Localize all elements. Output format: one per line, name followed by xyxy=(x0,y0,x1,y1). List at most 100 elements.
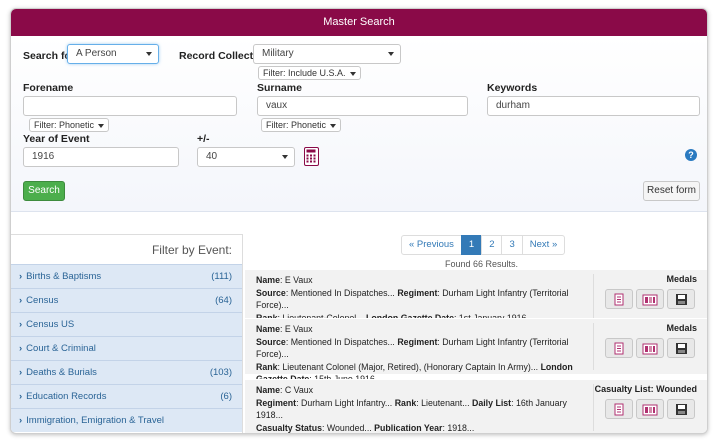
chevron-down-icon xyxy=(388,52,394,56)
result-field-value: : 1918... xyxy=(442,422,475,433)
search-for-select[interactable]: A Person xyxy=(67,44,159,64)
pagination: « Previous 1 2 3 Next » xyxy=(401,235,566,255)
forename-filter[interactable]: Filter: Phonetic xyxy=(29,118,110,132)
result-field-key: Name xyxy=(256,275,280,285)
search-for-value: A Person xyxy=(76,48,117,59)
transcript-icon[interactable] xyxy=(605,338,633,358)
filter-title: Filter by Event: xyxy=(11,234,242,264)
result-field-key: Source xyxy=(256,287,286,298)
result-row[interactable]: Name: E Vaux Source: Mentioned In Dispatc… xyxy=(245,269,707,325)
chevron-down-icon xyxy=(282,155,288,159)
sidebar-item-census[interactable]: › Census (64) xyxy=(11,288,242,312)
forename-label: Forename xyxy=(23,82,74,94)
result-field-key: Rank xyxy=(394,397,417,408)
transcript-icon[interactable] xyxy=(605,399,633,419)
save-icon[interactable] xyxy=(667,338,695,358)
result-actions xyxy=(605,399,695,419)
help-icon[interactable]: ? xyxy=(685,149,697,161)
result-record-type: Medals xyxy=(666,323,697,333)
chevron-down-icon xyxy=(146,52,152,56)
result-field-value: : Lieutenant... xyxy=(416,397,472,408)
filter-sidebar: Filter by Event: › Births & Baptisms (111)… xyxy=(11,234,243,433)
sidebar-item-immigration[interactable]: › Immigration, Emigration & Travel xyxy=(11,408,242,432)
sidebar-item-court[interactable]: › Court & Criminal xyxy=(11,336,242,360)
sidebar-item-count: (103) xyxy=(209,367,232,378)
page-3-button[interactable]: 3 xyxy=(501,235,523,255)
sidebar-item-census-us[interactable]: › Census US xyxy=(11,312,242,336)
sidebar-item-label: Deaths & Burials xyxy=(26,367,97,378)
save-icon[interactable] xyxy=(667,289,695,309)
page-2-button[interactable]: 2 xyxy=(481,235,503,255)
sidebar-item-label: Immigration, Emigration & Travel xyxy=(26,415,164,426)
year-of-event-label: Year of Event xyxy=(23,133,90,145)
page-1-button[interactable]: 1 xyxy=(460,235,483,255)
sidebar-item-education[interactable]: › Education Records (6) xyxy=(11,384,242,408)
chevron-right-icon: › xyxy=(19,343,23,354)
master-search-window: Master Search Search for A Person Record… xyxy=(10,8,708,434)
result-line: Source: Mentioned In Dispatches... Regim… xyxy=(256,287,592,312)
image-icon[interactable] xyxy=(636,338,664,358)
result-line: Name: C Vaux xyxy=(256,384,592,397)
result-record-type: Casualty List: Wounded xyxy=(594,384,697,394)
result-details: Name: C Vaux Regiment: Durham Light Infan… xyxy=(256,384,592,434)
sidebar-item-label: Births & Baptisms xyxy=(26,271,102,282)
plus-minus-select[interactable]: 40 xyxy=(197,147,295,167)
image-icon[interactable] xyxy=(636,399,664,419)
result-line: Source: Mentioned In Dispatches... Regim… xyxy=(256,336,592,361)
year-of-event-input[interactable]: 1916 xyxy=(23,147,179,167)
sidebar-item-label: Court & Criminal xyxy=(26,343,96,354)
result-field-key: Rank xyxy=(256,361,278,372)
record-collection-select[interactable]: Military xyxy=(253,44,401,64)
sidebar-item-deaths[interactable]: › Deaths & Burials (103) xyxy=(11,360,242,384)
search-button[interactable]: Search xyxy=(23,181,65,201)
result-field-value: : Lieutenant Colonel (Major, Retired), (… xyxy=(277,361,541,372)
result-actions xyxy=(605,289,695,309)
result-field-value: : C Vaux xyxy=(279,385,314,395)
surname-filter-label: Filter: Phonetic xyxy=(266,120,327,130)
result-field-value: : Mentioned In Dispatches... xyxy=(285,336,398,347)
forename-input[interactable] xyxy=(23,96,237,116)
result-field-key: Daily List xyxy=(471,397,512,408)
chevron-down-icon xyxy=(330,124,337,128)
result-line: Name: E Vaux xyxy=(256,274,592,287)
result-field-key: Regiment xyxy=(256,397,297,408)
result-line: Name: E Vaux xyxy=(256,323,592,336)
result-details: Name: E Vaux Source: Mentioned In Dispatc… xyxy=(256,323,592,386)
result-actions xyxy=(605,338,695,358)
forename-filter-label: Filter: Phonetic xyxy=(34,120,95,130)
chevron-right-icon: › xyxy=(19,271,23,282)
record-collection-value: Military xyxy=(262,48,294,59)
plus-minus-label: +/- xyxy=(197,133,210,145)
keywords-input[interactable]: durham xyxy=(487,96,700,116)
result-record-type: Medals xyxy=(666,274,697,284)
result-field-key: Source xyxy=(256,336,286,347)
plus-minus-value: 40 xyxy=(206,151,218,162)
results-count: Found 66 Results. xyxy=(445,259,519,269)
chevron-right-icon: › xyxy=(19,295,23,306)
chevron-down-icon xyxy=(98,124,105,128)
chevron-right-icon: › xyxy=(19,415,23,426)
calculator-icon[interactable] xyxy=(304,147,319,166)
record-collection-filter[interactable]: Filter: Include U.S.A. xyxy=(258,66,361,80)
sidebar-item-label: Census US xyxy=(26,319,75,330)
result-divider xyxy=(593,323,594,370)
next-page-button[interactable]: Next » xyxy=(521,235,566,255)
transcript-icon[interactable] xyxy=(605,289,633,309)
save-icon[interactable] xyxy=(667,399,695,419)
reset-form-button[interactable]: Reset form xyxy=(643,181,700,201)
chevron-down-icon xyxy=(349,72,356,76)
result-row[interactable]: Name: E Vaux Source: Mentioned In Dispatc… xyxy=(245,318,707,384)
result-field-value: : Mentioned In Dispatches... xyxy=(285,287,398,298)
result-details: Name: E Vaux Source: Mentioned In Dispatc… xyxy=(256,274,592,324)
sidebar-item-births[interactable]: › Births & Baptisms (111) xyxy=(11,264,242,288)
result-row[interactable]: Name: C Vaux Regiment: Durham Light Infan… xyxy=(245,379,707,434)
chevron-right-icon: › xyxy=(19,391,23,402)
search-form: Search for A Person Record Collection Mi… xyxy=(11,36,707,212)
surname-input[interactable]: vaux xyxy=(257,96,468,116)
surname-filter[interactable]: Filter: Phonetic xyxy=(261,118,342,132)
previous-page-button[interactable]: « Previous xyxy=(401,235,462,255)
result-line: Casualty Status: Wounded... Publication … xyxy=(256,422,592,434)
chevron-right-icon: › xyxy=(19,367,23,378)
result-field-value: : E Vaux xyxy=(279,324,313,334)
image-icon[interactable] xyxy=(636,289,664,309)
